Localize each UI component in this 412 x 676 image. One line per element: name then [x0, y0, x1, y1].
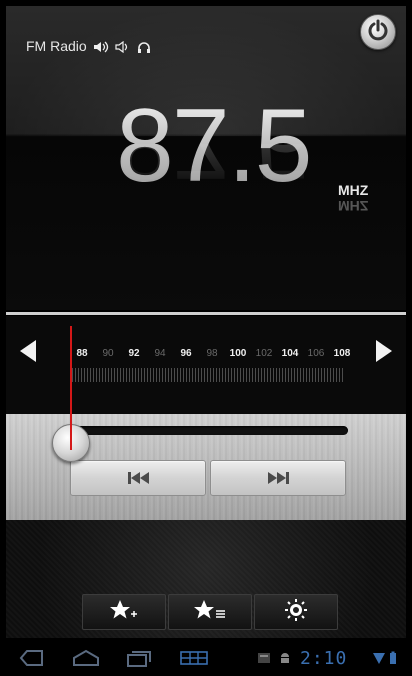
dial-label: 98	[206, 348, 218, 359]
frequency-unit: MHZ	[338, 182, 369, 198]
app-header: FM Radio	[26, 38, 153, 54]
dial-label: 94	[154, 348, 166, 359]
android-icon	[278, 648, 292, 668]
settings-button[interactable]	[254, 594, 338, 630]
tuning-dial[interactable]: 88 90 92 94 96 98 100 102 104 106 108	[6, 316, 406, 414]
skip-previous-icon	[127, 472, 149, 484]
dial-labels: 88 90 92 94 96 98 100 102 104 106 108	[70, 348, 354, 362]
favorite-add-icon	[109, 599, 139, 626]
frequency-reflection: 87.5	[116, 144, 310, 194]
screenshot-icon[interactable]	[178, 648, 210, 668]
favorites-list-button[interactable]	[168, 594, 252, 630]
favorite-list-icon	[193, 599, 227, 626]
speaker-icon	[93, 40, 109, 53]
display-divider	[6, 312, 406, 315]
control-panel	[6, 414, 406, 520]
power-icon	[367, 19, 389, 46]
dial-label: 92	[128, 348, 140, 359]
status-clock: 2:10	[300, 648, 348, 669]
dial-label: 102	[255, 348, 273, 359]
dial-label: 90	[102, 348, 114, 359]
app-title: FM Radio	[26, 38, 87, 54]
settings-icon	[284, 598, 308, 627]
back-icon[interactable]	[16, 648, 46, 668]
fm-radio-screen: FM Radio 87.5 87.5 MHZ MHZ 88 90 92 94 96 98 1…	[0, 0, 412, 676]
battery-icon	[388, 648, 398, 668]
toolbar-area	[6, 520, 406, 638]
add-favorite-button[interactable]	[82, 594, 166, 630]
power-button[interactable]	[360, 14, 396, 50]
notification-icon[interactable]	[256, 648, 272, 668]
frequency-display: FM Radio 87.5 87.5 MHZ MHZ	[6, 6, 406, 310]
volume-slider-track[interactable]	[62, 426, 348, 435]
frequency-unit-reflection: MHZ	[338, 198, 369, 214]
dial-label: 108	[333, 348, 351, 359]
headphones-icon	[137, 40, 153, 53]
tuning-needle[interactable]	[70, 326, 72, 450]
dial-scale	[72, 368, 344, 382]
dial-label: 106	[307, 348, 325, 359]
dial-label: 88	[76, 348, 88, 359]
skip-next-icon	[267, 472, 289, 484]
seek-next-button[interactable]	[210, 460, 346, 496]
wifi-icon	[372, 648, 386, 668]
tune-down-arrow-icon[interactable]	[20, 340, 36, 362]
home-icon[interactable]	[70, 648, 102, 668]
dial-label: 100	[229, 348, 247, 359]
dial-label: 104	[281, 348, 299, 359]
dial-label: 96	[180, 348, 192, 359]
tune-up-arrow-icon[interactable]	[376, 340, 392, 362]
recent-apps-icon[interactable]	[124, 648, 154, 668]
seek-previous-button[interactable]	[70, 460, 206, 496]
speaker-low-icon	[115, 40, 131, 54]
system-bar: 2:10	[0, 640, 412, 676]
